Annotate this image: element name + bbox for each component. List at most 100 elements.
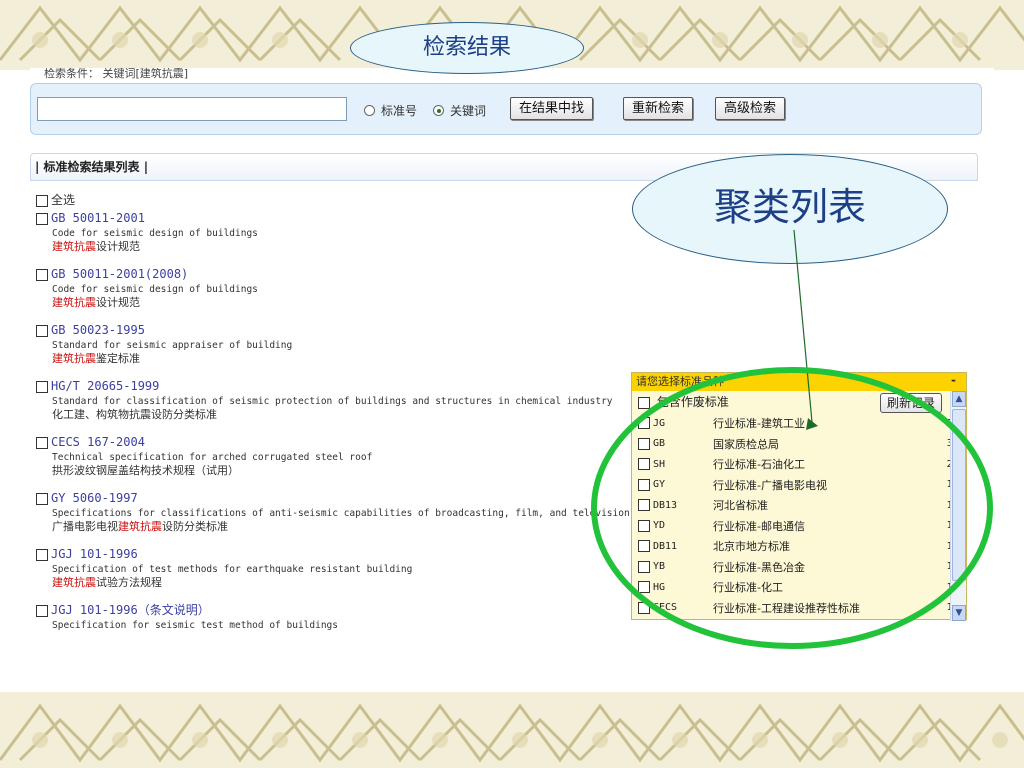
cluster-row-checkbox[interactable] xyxy=(638,519,650,532)
cluster-row-checkbox[interactable] xyxy=(638,417,650,430)
search-criteria: 检索条件： 关键词[建筑抗震] xyxy=(44,68,189,80)
result-item: GB 50011-2001(2008) Code for seismic desi… xyxy=(36,266,976,309)
cluster-row-code: JG xyxy=(653,417,666,429)
result-checkbox[interactable] xyxy=(36,212,48,225)
cluster-row-checkbox[interactable] xyxy=(638,540,650,553)
scroll-up-icon[interactable]: ▲ xyxy=(952,391,966,407)
radio-keyword[interactable]: 关键词 xyxy=(433,102,486,119)
search-input[interactable] xyxy=(37,97,347,121)
result-checkbox[interactable] xyxy=(36,268,48,281)
scroll-down-icon[interactable]: ▼ xyxy=(952,605,966,621)
result-english-title: Standard for seismic appraiser of buildi… xyxy=(52,340,293,351)
result-checkbox[interactable] xyxy=(36,492,48,505)
cluster-row-name[interactable]: 国家质检总局 xyxy=(713,436,939,452)
result-chinese-suffix: 试验方法规程 xyxy=(96,576,162,589)
result-checkbox[interactable] xyxy=(36,604,48,617)
result-checkbox[interactable] xyxy=(36,436,48,449)
scroll-thumb[interactable] xyxy=(952,409,966,581)
cluster-row-name[interactable]: 行业标准-广播电影电视 xyxy=(713,477,939,493)
result-chinese-title: 建筑抗震鉴定标准 xyxy=(36,352,976,365)
result-code-link[interactable]: GB 50023-1995 xyxy=(36,322,976,338)
result-chinese-suffix: 设防分类标准 xyxy=(162,520,228,533)
cluster-row-code: YB xyxy=(653,561,666,573)
cluster-row[interactable]: DB11北京市地方标准1 xyxy=(632,536,966,557)
cluster-list-panel: 请您选择标准品种 - 包含作废标准 刷新记录 JG行业标准-建筑工业5GB国家质… xyxy=(631,372,967,621)
result-english-title: Code for seismic design of buildings xyxy=(52,284,258,295)
cluster-row-name[interactable]: 北京市地方标准 xyxy=(713,538,939,554)
result-keyword-highlight: 建筑抗震 xyxy=(52,296,96,309)
result-code[interactable]: GB 50011-2001 xyxy=(51,211,145,225)
cluster-row-name[interactable]: 行业标准-黑色冶金 xyxy=(713,559,939,575)
select-all-label: 全选 xyxy=(51,193,76,207)
result-chinese-prefix: 化工建、构筑物抗震设防分类标准 xyxy=(52,408,217,421)
cluster-row[interactable]: YB行业标准-黑色冶金1 xyxy=(632,557,966,578)
cluster-row[interactable]: DB13河北省标准1 xyxy=(632,495,966,516)
cluster-row[interactable]: JG行业标准-建筑工业5 xyxy=(632,413,966,434)
result-code-link[interactable]: GB 50011-2001(2008) xyxy=(36,266,976,282)
cluster-row[interactable]: HG行业标准-化工1 xyxy=(632,577,966,598)
cluster-row[interactable]: SH行业标准-石油化工2 xyxy=(632,454,966,475)
result-checkbox[interactable] xyxy=(36,324,48,337)
cluster-row[interactable]: YD行业标准-邮电通信1 xyxy=(632,516,966,537)
cluster-row-checkbox[interactable] xyxy=(638,437,650,450)
radio-button-icon xyxy=(364,105,375,116)
cluster-row-checkbox[interactable] xyxy=(638,478,650,491)
cluster-panel-header: 请您选择标准品种 - xyxy=(632,373,966,391)
cluster-row[interactable]: GB国家质检总局3 xyxy=(632,434,966,455)
cluster-row-name[interactable]: 河北省标准 xyxy=(713,497,939,513)
cluster-row-checkbox[interactable] xyxy=(638,458,650,471)
cluster-row-code: YD xyxy=(653,520,666,532)
search-in-results-button[interactable]: 在结果中找 xyxy=(510,97,594,120)
cluster-row-code: SH xyxy=(653,458,666,470)
cluster-row-checkbox[interactable] xyxy=(638,499,650,512)
cluster-row[interactable]: CECS行业标准-工程建设推荐性标准1 xyxy=(632,598,966,619)
result-chinese-suffix: 设计规范 xyxy=(96,240,140,253)
cluster-row-checkbox[interactable] xyxy=(638,581,650,594)
radio-button-selected-icon xyxy=(433,105,444,116)
cluster-row[interactable]: GY行业标准-广播电影电视1 xyxy=(632,475,966,496)
cluster-row-checkbox[interactable] xyxy=(638,601,650,614)
result-keyword-highlight: 建筑抗震 xyxy=(52,240,96,253)
slide-title: 检索结果 xyxy=(350,22,584,74)
cluster-row-code: DB13 xyxy=(653,499,678,511)
cluster-row-code: GY xyxy=(653,479,666,491)
cluster-row-name[interactable]: 行业标准-石油化工 xyxy=(713,456,939,472)
radio-label: 关键词 xyxy=(450,104,487,118)
result-code[interactable]: HG/T 20665-1999 xyxy=(51,379,159,393)
cluster-row-code: DB11 xyxy=(653,540,678,552)
result-code[interactable]: GY 5060-1997 xyxy=(51,491,138,505)
result-checkbox[interactable] xyxy=(36,548,48,561)
cluster-row-checkbox[interactable] xyxy=(638,560,650,573)
result-chinese-suffix: 设计规范 xyxy=(96,296,140,309)
result-code[interactable]: JGJ 101-1996（条文说明） xyxy=(51,603,210,617)
cluster-row-code: HG xyxy=(653,581,666,593)
result-keyword-highlight: 建筑抗震 xyxy=(52,576,96,589)
result-code[interactable]: CECS 167-2004 xyxy=(51,435,145,449)
cluster-row-name[interactable]: 行业标准-邮电通信 xyxy=(713,518,939,534)
result-keyword-highlight: 建筑抗震 xyxy=(52,352,96,365)
result-english-title: Specification for seismic test method of… xyxy=(52,620,338,631)
result-chinese-title: 建筑抗震设计规范 xyxy=(36,296,976,309)
cluster-scrollbar[interactable]: ▲ ▼ xyxy=(950,391,966,621)
cluster-row-name[interactable]: 行业标准-建筑工业 xyxy=(713,415,939,431)
result-checkbox[interactable] xyxy=(36,380,48,393)
cluster-row-code: GB xyxy=(653,438,666,450)
result-code[interactable]: JGJ 101-1996 xyxy=(51,547,138,561)
search-bar: 标准号 关键词 在结果中找 重新检索 高级检索 xyxy=(30,83,982,135)
minimize-icon[interactable]: - xyxy=(951,371,956,389)
new-search-button[interactable]: 重新检索 xyxy=(623,97,694,120)
cluster-row-code: CECS xyxy=(653,602,678,614)
include-obsolete-label: 包含作废标准 xyxy=(656,395,729,409)
result-code[interactable]: GB 50023-1995 xyxy=(51,323,145,337)
refresh-button[interactable]: 刷新记录 xyxy=(879,393,942,413)
advanced-search-button[interactable]: 高级检索 xyxy=(715,97,786,120)
result-code[interactable]: GB 50011-2001(2008) xyxy=(51,267,188,281)
checkbox-icon[interactable] xyxy=(36,194,48,207)
cluster-row-name[interactable]: 行业标准-化工 xyxy=(713,579,939,595)
cluster-row-name[interactable]: 行业标准-工程建设推荐性标准 xyxy=(713,600,939,616)
radio-label: 标准号 xyxy=(381,104,418,118)
include-obsolete-row: 包含作废标准 刷新记录 xyxy=(632,391,966,413)
radio-standard-number[interactable]: 标准号 xyxy=(364,102,417,119)
include-obsolete-checkbox[interactable] xyxy=(638,396,650,409)
result-keyword-highlight: 建筑抗震 xyxy=(118,520,162,533)
